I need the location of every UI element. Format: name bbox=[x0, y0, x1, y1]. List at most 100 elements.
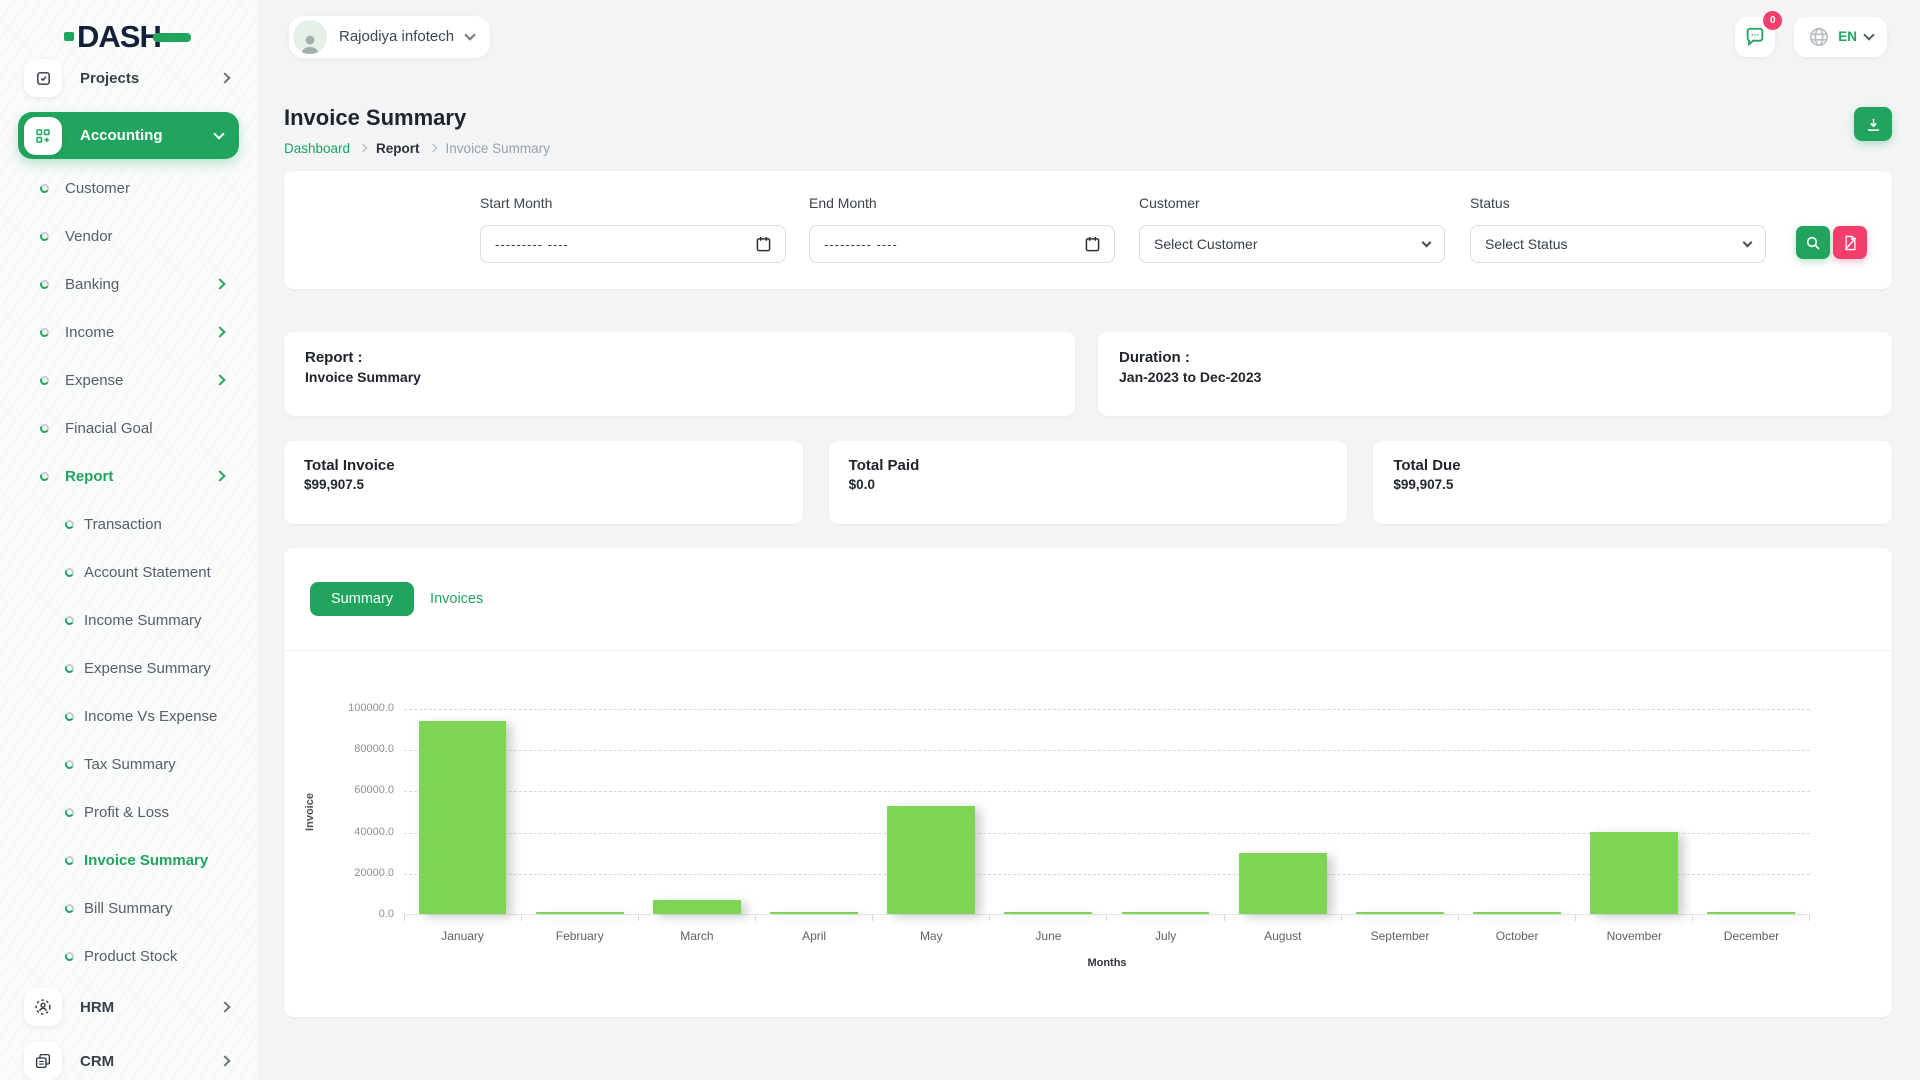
chevron-right-icon bbox=[214, 374, 225, 385]
y-tick-label: 60000.0 bbox=[304, 784, 394, 796]
total-invoice-value: $99,907.5 bbox=[304, 477, 783, 492]
sidebar-item-banking[interactable]: Banking bbox=[0, 260, 257, 308]
tab-summary[interactable]: Summary bbox=[310, 582, 414, 616]
x-tick bbox=[638, 915, 755, 921]
bar-january bbox=[419, 721, 507, 914]
x-label-october: October bbox=[1459, 929, 1576, 943]
search-button[interactable] bbox=[1796, 226, 1830, 259]
language-selector[interactable]: EN bbox=[1794, 17, 1887, 57]
start-month-input[interactable]: --------- ---- bbox=[480, 225, 786, 263]
x-label-january: January bbox=[404, 929, 521, 943]
bullet-icon bbox=[39, 230, 50, 241]
sidebar-item-expense-summary[interactable]: Expense Summary bbox=[0, 644, 257, 692]
tab-invoices[interactable]: Invoices bbox=[430, 591, 483, 607]
total-paid-value: $0.0 bbox=[849, 477, 1328, 492]
y-tick-label: 0.0 bbox=[304, 908, 394, 920]
report-value: Invoice Summary bbox=[305, 369, 1054, 385]
x-label-november: November bbox=[1576, 929, 1693, 943]
x-label-march: March bbox=[638, 929, 755, 943]
start-month-label: Start Month bbox=[480, 195, 786, 211]
bar-may bbox=[887, 806, 975, 914]
download-button[interactable] bbox=[1854, 107, 1892, 141]
hrm-icon bbox=[24, 988, 62, 1026]
y-tick-label: 20000.0 bbox=[304, 867, 394, 879]
total-invoice-card: Total Invoice $99,907.5 bbox=[284, 441, 803, 524]
x-tick bbox=[1224, 915, 1341, 921]
company-selector[interactable]: Rajodiya infotech bbox=[289, 16, 490, 58]
x-label-june: June bbox=[990, 929, 1107, 943]
status-field: Status Select Status bbox=[1470, 195, 1766, 263]
sidebar-item-customer[interactable]: Customer bbox=[0, 164, 257, 212]
sidebar-item-crm[interactable]: CRM bbox=[0, 1034, 257, 1080]
sidebar-item-transaction[interactable]: Transaction bbox=[0, 500, 257, 548]
sidebar-item-hrm[interactable]: HRM bbox=[0, 980, 257, 1034]
duration-label: Duration : bbox=[1119, 349, 1871, 366]
bar-december bbox=[1708, 912, 1796, 914]
bar-column-december bbox=[1693, 709, 1810, 914]
bullet-icon bbox=[64, 854, 75, 865]
search-icon bbox=[1805, 235, 1821, 251]
bar-july bbox=[1122, 912, 1210, 914]
bullet-icon bbox=[39, 470, 50, 481]
app-canvas: DASH ProjectsAccountingCustomerVendorBan… bbox=[0, 0, 1920, 1080]
sidebar-item-product-stock[interactable]: Product Stock bbox=[0, 932, 257, 980]
messages-button[interactable]: 0 bbox=[1735, 17, 1775, 57]
bar-october bbox=[1473, 912, 1561, 914]
bar-june bbox=[1005, 912, 1093, 914]
x-axis-ticks bbox=[404, 915, 1810, 921]
globe-icon bbox=[1808, 26, 1830, 48]
bar-april bbox=[770, 912, 858, 914]
bar-column-august bbox=[1224, 709, 1341, 914]
sidebar-item-invoice-summary[interactable]: Invoice Summary bbox=[0, 836, 257, 884]
x-label-december: December bbox=[1693, 929, 1810, 943]
sidebar-item-income-vs-expense[interactable]: Income Vs Expense bbox=[0, 692, 257, 740]
topbar-actions: 0 EN bbox=[1735, 17, 1887, 57]
bar-august bbox=[1239, 853, 1327, 914]
customer-select[interactable]: Select Customer bbox=[1139, 225, 1445, 263]
bar-november bbox=[1590, 832, 1678, 914]
breadcrumb-dashboard[interactable]: Dashboard bbox=[284, 141, 350, 156]
bar-column-july bbox=[1107, 709, 1224, 914]
bar-september bbox=[1356, 912, 1444, 914]
bar-column-november bbox=[1576, 709, 1693, 914]
messages-badge: 0 bbox=[1763, 11, 1782, 30]
sidebar-item-expense[interactable]: Expense bbox=[0, 356, 257, 404]
sidebar-item-tax-summary[interactable]: Tax Summary bbox=[0, 740, 257, 788]
sidebar-item-income-summary[interactable]: Income Summary bbox=[0, 596, 257, 644]
chevron-right-icon bbox=[219, 1001, 230, 1012]
x-tick bbox=[404, 915, 521, 921]
status-label: Status bbox=[1470, 195, 1766, 211]
sidebar-item-finacial-goal[interactable]: Finacial Goal bbox=[0, 404, 257, 452]
chart-tabs: Summary Invoices bbox=[284, 548, 1892, 651]
sidebar-item-projects[interactable]: Projects bbox=[0, 54, 257, 102]
bullet-icon bbox=[39, 182, 50, 193]
chevron-down-icon bbox=[464, 29, 475, 40]
page-header: Invoice Summary Dashboard Report Invoice… bbox=[284, 105, 1892, 156]
end-month-label: End Month bbox=[809, 195, 1115, 211]
sidebar-item-report[interactable]: Report bbox=[0, 452, 257, 500]
bar-column-march bbox=[638, 709, 755, 914]
sidebar-item-bill-summary[interactable]: Bill Summary bbox=[0, 884, 257, 932]
bullet-icon bbox=[39, 278, 50, 289]
projects-icon bbox=[24, 59, 62, 97]
bullet-icon bbox=[39, 374, 50, 385]
sidebar-item-vendor[interactable]: Vendor bbox=[0, 212, 257, 260]
sidebar-item-accounting[interactable]: Accounting bbox=[18, 112, 239, 159]
reset-button[interactable] bbox=[1833, 226, 1867, 259]
chevron-right-icon bbox=[428, 144, 436, 152]
status-select[interactable]: Select Status bbox=[1470, 225, 1766, 263]
breadcrumb-report[interactable]: Report bbox=[376, 141, 420, 156]
sidebar-item-profit-loss[interactable]: Profit & Loss bbox=[0, 788, 257, 836]
total-paid-card: Total Paid $0.0 bbox=[829, 441, 1348, 524]
bar-column-april bbox=[756, 709, 873, 914]
bullet-icon bbox=[64, 806, 75, 817]
chat-icon bbox=[1744, 26, 1766, 48]
end-month-input[interactable]: --------- ---- bbox=[809, 225, 1115, 263]
bullet-icon bbox=[39, 326, 50, 337]
sidebar: DASH ProjectsAccountingCustomerVendorBan… bbox=[0, 0, 257, 1080]
chevron-right-icon bbox=[214, 326, 225, 337]
language-code: EN bbox=[1838, 29, 1857, 44]
sidebar-item-income[interactable]: Income bbox=[0, 308, 257, 356]
sidebar-item-account-statement[interactable]: Account Statement bbox=[0, 548, 257, 596]
bar-column-may bbox=[873, 709, 990, 914]
